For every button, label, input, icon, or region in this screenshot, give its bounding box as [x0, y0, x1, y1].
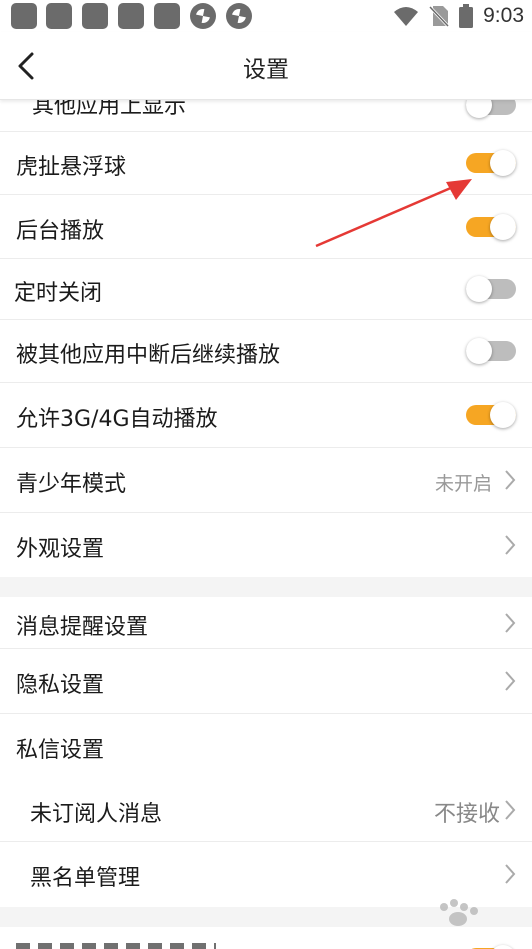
- notification-icon: [46, 3, 72, 29]
- chevron-right-icon: [505, 470, 516, 490]
- settings-row-privacy[interactable]: 隐私设置: [0, 649, 532, 714]
- settings-row-private-message: 私信设置: [0, 714, 532, 779]
- settings-row-resume-play[interactable]: 被其他应用中断后继续播放: [0, 320, 532, 383]
- chevron-right-icon: [505, 864, 516, 884]
- row-label: 隐私设置: [16, 673, 105, 698]
- section-divider: [0, 577, 532, 597]
- resume-play-toggle[interactable]: [466, 338, 516, 364]
- row-label: 允许3G/4G自动播放: [16, 407, 218, 432]
- notification-icon: [82, 3, 108, 29]
- row-value: 不接收: [433, 802, 500, 827]
- settings-row-autoplay[interactable]: 允许3G/4G自动播放: [0, 383, 532, 448]
- top-app-bar: 设置: [0, 32, 532, 100]
- baidu-watermark-icon: [440, 899, 478, 926]
- wifi-icon: [394, 7, 419, 26]
- chevron-right-icon: [505, 613, 516, 633]
- settings-row-appearance[interactable]: 外观设置: [0, 513, 532, 577]
- row-label: 虎扯悬浮球: [16, 155, 127, 180]
- settings-row-notification[interactable]: 消息提醒设置: [0, 597, 532, 649]
- row-label: 定时关闭: [14, 281, 103, 306]
- timer-close-toggle[interactable]: [466, 276, 516, 302]
- settings-row-float-ball[interactable]: 虎扯悬浮球: [0, 132, 532, 195]
- notification-icon: [118, 3, 144, 29]
- row-label: 青少年模式: [16, 472, 127, 497]
- row-label: 后台播放: [16, 219, 105, 244]
- status-bar: 9:03: [0, 0, 532, 32]
- row-label: 外观设置: [16, 537, 105, 562]
- cutoff-text-placeholder: [16, 943, 216, 949]
- row-label: 未订阅人消息: [30, 802, 163, 827]
- row-label: 消息提醒设置: [16, 615, 149, 640]
- chevron-right-icon: [505, 671, 516, 691]
- chevron-right-icon: [505, 535, 516, 555]
- app-notification-icon: [190, 3, 216, 29]
- autoplay-toggle[interactable]: [466, 402, 516, 428]
- row-label: 黑名单管理: [30, 866, 141, 891]
- float-ball-toggle[interactable]: [466, 150, 516, 176]
- chevron-right-icon: [505, 800, 516, 820]
- row-label: 被其他应用中断后继续播放: [16, 343, 281, 368]
- app-notification-icon: [226, 3, 252, 29]
- notification-icon: [11, 3, 37, 29]
- clock: 9:03: [483, 4, 524, 27]
- battery-icon: [459, 4, 474, 28]
- background-play-toggle[interactable]: [466, 214, 516, 240]
- notification-icon: [154, 3, 180, 29]
- section-label: 私信设置: [16, 738, 105, 763]
- settings-row-timer-close[interactable]: 定时关闭: [0, 259, 532, 320]
- settings-row-teen-mode[interactable]: 青少年模式 未开启: [0, 448, 532, 513]
- settings-row-unsubscribed-messages[interactable]: 未订阅人消息 不接收: [0, 779, 532, 842]
- page-title: 设置: [243, 57, 289, 83]
- row-value: 未开启: [434, 473, 492, 495]
- no-sim-icon: [429, 5, 450, 27]
- settings-row-background-play[interactable]: 后台播放: [0, 195, 532, 259]
